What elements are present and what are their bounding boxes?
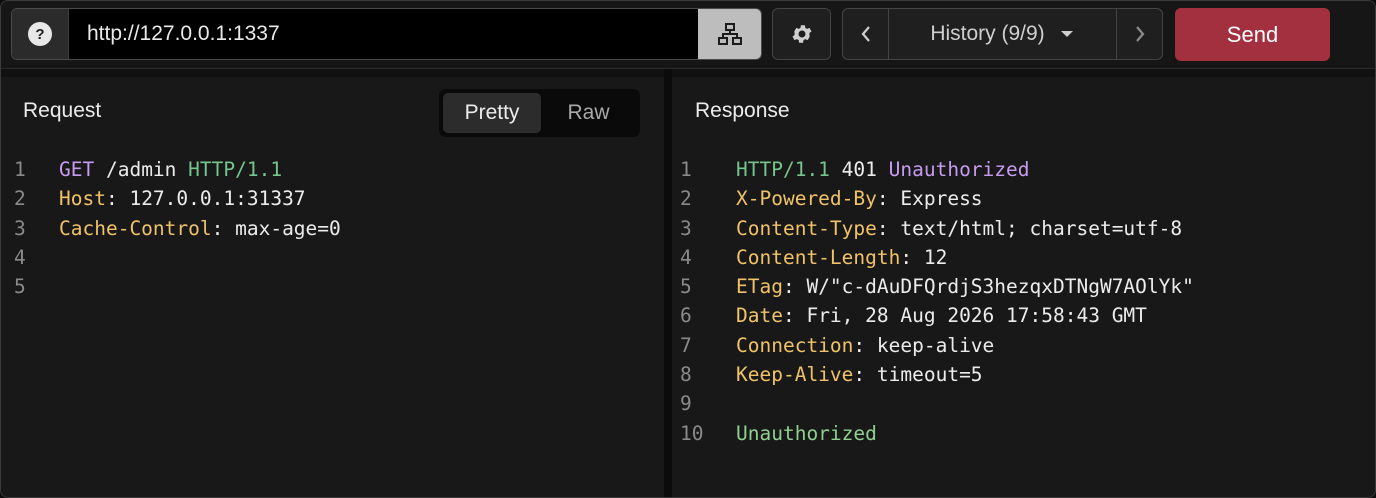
code-line: 5	[1, 272, 341, 301]
code-line: 8 Keep-Alive : timeout=5	[672, 360, 1194, 389]
chevron-left-icon	[861, 26, 870, 42]
header-name: Cache-Control	[59, 216, 212, 240]
history-prev-button[interactable]	[843, 9, 889, 59]
pretty-tab[interactable]: Pretty	[443, 93, 541, 133]
header-value: : max-age=0	[211, 216, 341, 240]
response-pane: Response 1 HTTP/1.1 401 Unauthorized 2 X…	[672, 77, 1375, 497]
status-reason: Unauthorized	[888, 158, 1030, 181]
line-number: 4	[14, 245, 26, 269]
code-line: 10 Unauthorized	[672, 419, 1194, 448]
gear-icon	[792, 25, 811, 43]
header-name: ETag	[736, 275, 783, 299]
settings-button[interactable]	[772, 8, 831, 60]
line-number: 4	[680, 245, 692, 269]
line-number: 1	[14, 158, 26, 181]
line-number: 1	[680, 158, 692, 181]
request-method: GET	[59, 158, 95, 181]
code-line: 7 Connection : keep-alive	[672, 331, 1194, 360]
header-name: Host	[59, 187, 106, 211]
url-input[interactable]: http://127.0.0.1:1337	[69, 9, 699, 59]
url-bar: ? http://127.0.0.1:1337	[11, 8, 762, 60]
header-value: : text/html; charset=utf-8	[876, 216, 1183, 240]
header-value: : 12	[900, 245, 948, 269]
app-window: ? http://127.0.0.1:1337 History (9/9) Se…	[0, 0, 1376, 498]
code-line: 4 Content-Length : 12	[672, 243, 1194, 272]
line-number: 8	[680, 363, 692, 387]
header-name: Connection	[736, 333, 854, 357]
history-control: History (9/9)	[842, 8, 1163, 60]
line-number: 5	[14, 275, 26, 299]
code-line: 3 Cache-Control : max-age=0	[1, 214, 341, 243]
header-value: : Express	[876, 187, 983, 211]
line-number: 3	[14, 216, 26, 240]
code-line: 1 GET /admin HTTP/1.1	[1, 155, 341, 184]
header-value: : timeout=5	[853, 363, 983, 387]
caret-down-icon	[1060, 31, 1073, 37]
line-number: 6	[680, 304, 692, 328]
code-line: 2 Host : 127.0.0.1:31337	[1, 184, 341, 213]
toolbar: ? http://127.0.0.1:1337 History (9/9) Se…	[1, 1, 1375, 69]
raw-tab[interactable]: Raw	[541, 93, 636, 133]
header-value: : W/"c-dAuDFQrdjS3hezqxDTNgW7AOlYk"	[782, 275, 1194, 299]
response-body: Unauthorized	[736, 421, 877, 445]
history-dropdown[interactable]: History (9/9)	[889, 9, 1116, 59]
code-line: 3 Content-Type : text/html; charset=utf-…	[672, 214, 1194, 243]
response-title: Response	[695, 99, 790, 122]
response-protocol: HTTP/1.1	[736, 158, 830, 181]
help-icon: ?	[28, 22, 52, 46]
request-title: Request	[23, 99, 102, 122]
code-line: 1 HTTP/1.1 401 Unauthorized	[672, 155, 1194, 184]
header-name: Content-Type	[736, 216, 877, 240]
line-number: 3	[680, 216, 692, 240]
status-code: 401	[829, 158, 889, 181]
request-editor[interactable]: 1 GET /admin HTTP/1.1 2 Host : 127.0.0.1…	[1, 155, 341, 301]
code-line: 2 X-Powered-By : Express	[672, 184, 1194, 213]
response-viewer[interactable]: 1 HTTP/1.1 401 Unauthorized 2 X-Powered-…	[672, 155, 1194, 448]
header-name: Keep-Alive	[736, 363, 854, 387]
request-protocol: HTTP/1.1	[188, 158, 283, 181]
header-name: Date	[736, 304, 783, 328]
help-button[interactable]: ?	[12, 9, 69, 59]
line-number: 5	[680, 275, 692, 299]
code-line: 9	[672, 389, 1194, 418]
header-name: Content-Length	[736, 245, 901, 269]
view-mode-toggle: Pretty Raw	[439, 89, 640, 137]
line-number: 9	[680, 392, 692, 416]
line-number: 10	[680, 421, 704, 445]
network-icon	[717, 23, 742, 45]
code-line: 5 ETag : W/"c-dAuDFQrdjS3hezqxDTNgW7AOlY…	[672, 272, 1194, 301]
code-line: 6 Date : Fri, 28 Aug 2026 17:58:43 GMT	[672, 301, 1194, 330]
line-number: 2	[680, 187, 692, 211]
network-button[interactable]	[698, 9, 761, 59]
request-path: /admin	[94, 158, 189, 181]
send-button[interactable]: Send	[1175, 8, 1330, 61]
header-name: X-Powered-By	[736, 187, 877, 211]
history-next-button[interactable]	[1116, 9, 1162, 59]
pane-divider[interactable]	[664, 69, 672, 497]
code-line: 4	[1, 243, 341, 272]
history-label: History (9/9)	[930, 22, 1045, 45]
request-pane: Request Pretty Raw 1 GET /admin HTTP/1.1…	[1, 77, 664, 497]
header-value: : Fri, 28 Aug 2026 17:58:43 GMT	[782, 304, 1147, 328]
line-number: 2	[14, 187, 26, 211]
header-value: : 127.0.0.1:31337	[105, 187, 306, 211]
header-value: : keep-alive	[853, 333, 995, 357]
line-number: 7	[680, 333, 692, 357]
chevron-right-icon	[1135, 26, 1144, 42]
